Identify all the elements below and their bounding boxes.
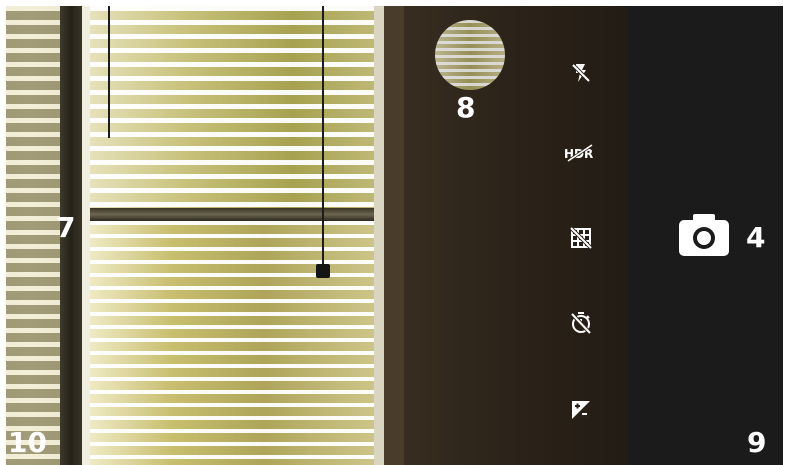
grid-off-icon (569, 226, 593, 250)
camera-icon (677, 212, 731, 262)
window-inner-frame-left (82, 6, 90, 465)
window-inner-frame-right (374, 6, 384, 465)
annotation-number-9: 9 (747, 426, 767, 459)
timer-off-icon (569, 311, 593, 335)
window-sash (82, 208, 384, 221)
upper-window-blinds (82, 6, 384, 208)
annotation-number-4: 4 (746, 221, 766, 254)
wall-edge-shadow (384, 6, 404, 465)
shutter-button[interactable] (674, 210, 734, 264)
annotation-number-10: 10 (8, 426, 47, 459)
timer-off-button[interactable] (566, 308, 596, 338)
viewfinder-scene (6, 6, 628, 465)
hdr-off-button[interactable]: HDR (558, 138, 602, 168)
lower-window-blinds (82, 221, 384, 465)
gallery-thumbnail-icon[interactable] (435, 20, 505, 90)
flash-off-icon (569, 61, 593, 85)
exposure-icon (570, 399, 592, 421)
hdr-off-icon: HDR (562, 143, 598, 163)
camera-viewfinder[interactable]: HDR (6, 6, 628, 465)
main-window (82, 6, 384, 465)
blind-cord (322, 6, 324, 268)
annotation-number-7: 7 (56, 211, 76, 244)
annotation-number-8: 8 (456, 91, 476, 124)
grid-off-button[interactable] (566, 223, 596, 253)
flash-off-button[interactable] (566, 58, 596, 88)
blind-tassel (316, 264, 330, 278)
exposure-button[interactable] (566, 395, 596, 425)
left-window-blinds (6, 6, 60, 465)
blind-cord (108, 6, 110, 138)
camera-app-screen: HDR (6, 6, 783, 465)
